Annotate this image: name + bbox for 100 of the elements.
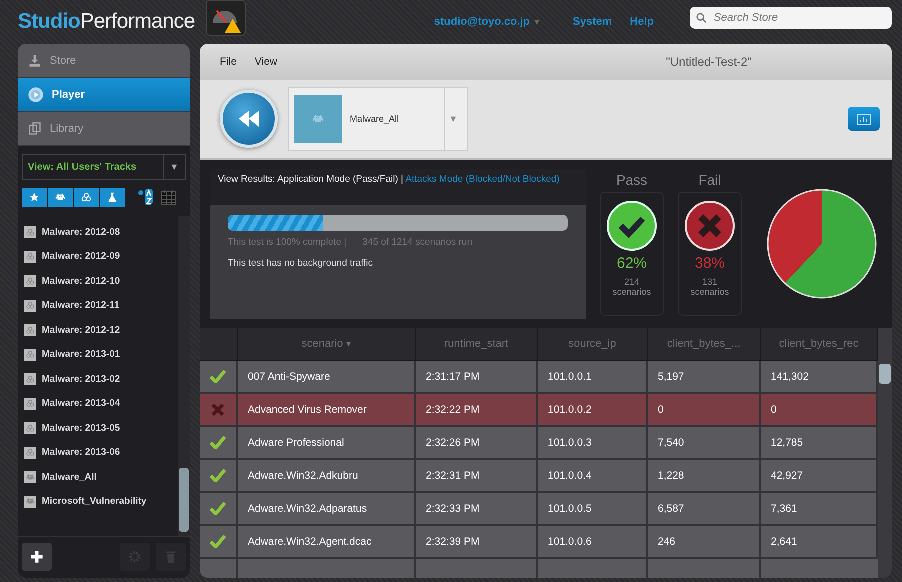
table-cell: 2:32:39 PM: [416, 526, 538, 559]
star-icon: [29, 192, 40, 202]
table-cell: 42,927: [761, 460, 878, 493]
table-cell: 5,197: [648, 361, 761, 394]
invader-icon: [26, 472, 34, 482]
percent-text: 38%: [694, 255, 726, 272]
table-cell: Advanced Virus Remover: [238, 394, 416, 427]
check-icon: [210, 535, 226, 548]
table-cell: 1,228: [648, 460, 761, 493]
stat-label: Pass: [616, 172, 648, 188]
sort-az-icon[interactable]: [138, 188, 154, 206]
biohazard-icon: [26, 374, 34, 384]
documents-icon: [28, 122, 42, 136]
table-cell: 101.0.0.1: [538, 361, 648, 394]
invader-icon: [312, 113, 324, 125]
check-icon: [210, 436, 226, 449]
calendar-icon[interactable]: [161, 188, 177, 206]
track-item[interactable]: Malware: 2013-02: [24, 367, 172, 392]
nav-item[interactable]: Player: [18, 78, 190, 112]
play-icon: [28, 86, 44, 102]
rewind-icon: [238, 110, 260, 128]
table-cell: 246: [648, 526, 761, 559]
table-cell: Adware.Win32.Adparatus: [238, 493, 416, 526]
filter-button[interactable]: [48, 188, 73, 206]
invader-icon: [26, 497, 34, 506]
attacks-mode-link[interactable]: Attacks Mode (Blocked/Not Blocked): [406, 174, 560, 185]
bar-chart-icon: [857, 114, 871, 124]
invader-icon: [55, 192, 66, 202]
percent-text: 62%: [616, 255, 648, 272]
gauge-warning-icon[interactable]: [206, 0, 246, 36]
scenarios-run-text: 345 of 1214 scenarios run: [362, 237, 472, 248]
check-circle-icon: [607, 201, 657, 251]
chart-button[interactable]: [848, 107, 880, 131]
header-link[interactable]: System: [573, 16, 612, 28]
check-icon: [210, 370, 226, 383]
stat-label: Fail: [698, 172, 722, 188]
track-item[interactable]: Malware: 2013-01: [24, 342, 172, 367]
table-cell: 7,361: [761, 493, 878, 526]
biohazard-icon: [26, 301, 34, 310]
table-cell: 6,587: [648, 493, 761, 526]
biohazard-icon: [26, 276, 34, 286]
table-cell: 0: [761, 394, 878, 427]
table-cell: Adware.Win32.Adkubru: [238, 460, 416, 493]
user-menu[interactable]: studio@toyo.co.jp ▼: [434, 16, 542, 28]
test-title: "Untitled-Test-2": [666, 55, 752, 69]
table-cell: 2:32:31 PM: [416, 460, 538, 493]
table-cell: 0: [648, 394, 761, 427]
biohazard-icon: [26, 399, 34, 408]
results-heading: View Results: Application Mode (Pass/Fail) | Attacks Mode (Blocked/Not Blocked): [210, 169, 586, 205]
filter-button[interactable]: [74, 188, 99, 206]
table-cell: 007 Anti-Spyware: [238, 361, 416, 394]
check-icon: [210, 469, 226, 482]
track-item[interactable]: Malware: 2012-12: [24, 318, 172, 342]
table-cell: 101.0.0.3: [538, 427, 648, 460]
menu-item[interactable]: File: [220, 56, 237, 68]
track-item[interactable]: Malware_All: [24, 465, 172, 490]
table-cell: 2,641: [761, 526, 878, 559]
search-field[interactable]: Search Store: [712, 11, 886, 25]
table-cell: 7,540: [648, 427, 761, 460]
track-item[interactable]: Microsoft_Vulnerability: [24, 490, 172, 514]
table-cell: 2:32:26 PM: [416, 427, 538, 460]
add-button[interactable]: [22, 543, 52, 571]
table-cell: 2:32:33 PM: [416, 493, 538, 526]
table-cell: 2:32:22 PM: [416, 394, 538, 427]
traffic-note: This test has no background traffic: [228, 258, 374, 269]
rewind-button[interactable]: [220, 90, 278, 148]
track-selector[interactable]: Malware_All ▼: [288, 87, 468, 151]
table-cell: 12,785: [761, 427, 878, 460]
x-icon: [212, 404, 224, 416]
filter-button[interactable]: [22, 188, 47, 206]
search-icon: [696, 12, 707, 24]
biohazard-icon: [81, 192, 92, 202]
table-cell: Adware Professional: [238, 427, 416, 460]
table-cell: 101.0.0.2: [538, 394, 648, 427]
biohazard-icon: [26, 252, 34, 262]
biohazard-icon: [26, 350, 34, 360]
track-item[interactable]: Malware: 2012-09: [24, 244, 172, 269]
table-cell: 101.0.0.4: [538, 460, 648, 493]
scenario-count: 131 scenarios: [690, 278, 730, 298]
track-item[interactable]: Malware: 2012-10: [24, 269, 172, 294]
search-box[interactable]: Search Store: [690, 7, 892, 29]
track-item[interactable]: Malware: 2012-11: [24, 294, 172, 318]
plus-icon: [30, 550, 44, 564]
table-cell: 101.0.0.6: [538, 526, 648, 559]
biohazard-icon: [26, 326, 34, 335]
view-dropdown[interactable]: View: All Users' Tracks ▼: [22, 154, 186, 180]
scrollbar-thumb[interactable]: [179, 468, 189, 532]
track-item[interactable]: Malware: 2012-08: [24, 220, 172, 244]
flask-icon: [107, 192, 118, 202]
track-item[interactable]: Malware: 2013-06: [24, 440, 172, 465]
track-item[interactable]: Malware: 2013-04: [24, 392, 172, 416]
table-cell: 2:31:17 PM: [416, 361, 538, 394]
filter-button[interactable]: [100, 188, 125, 206]
track-item[interactable]: Malware: 2013-05: [24, 416, 172, 440]
scrollbar-thumb[interactable]: [879, 364, 891, 384]
scenario-count: 214 scenarios: [612, 278, 652, 298]
header-link[interactable]: Help: [630, 16, 654, 28]
menu-item[interactable]: View: [254, 56, 278, 68]
app-logo: StudioPerformance: [18, 10, 196, 34]
complete-text: This test is 100% complete |: [228, 237, 347, 248]
